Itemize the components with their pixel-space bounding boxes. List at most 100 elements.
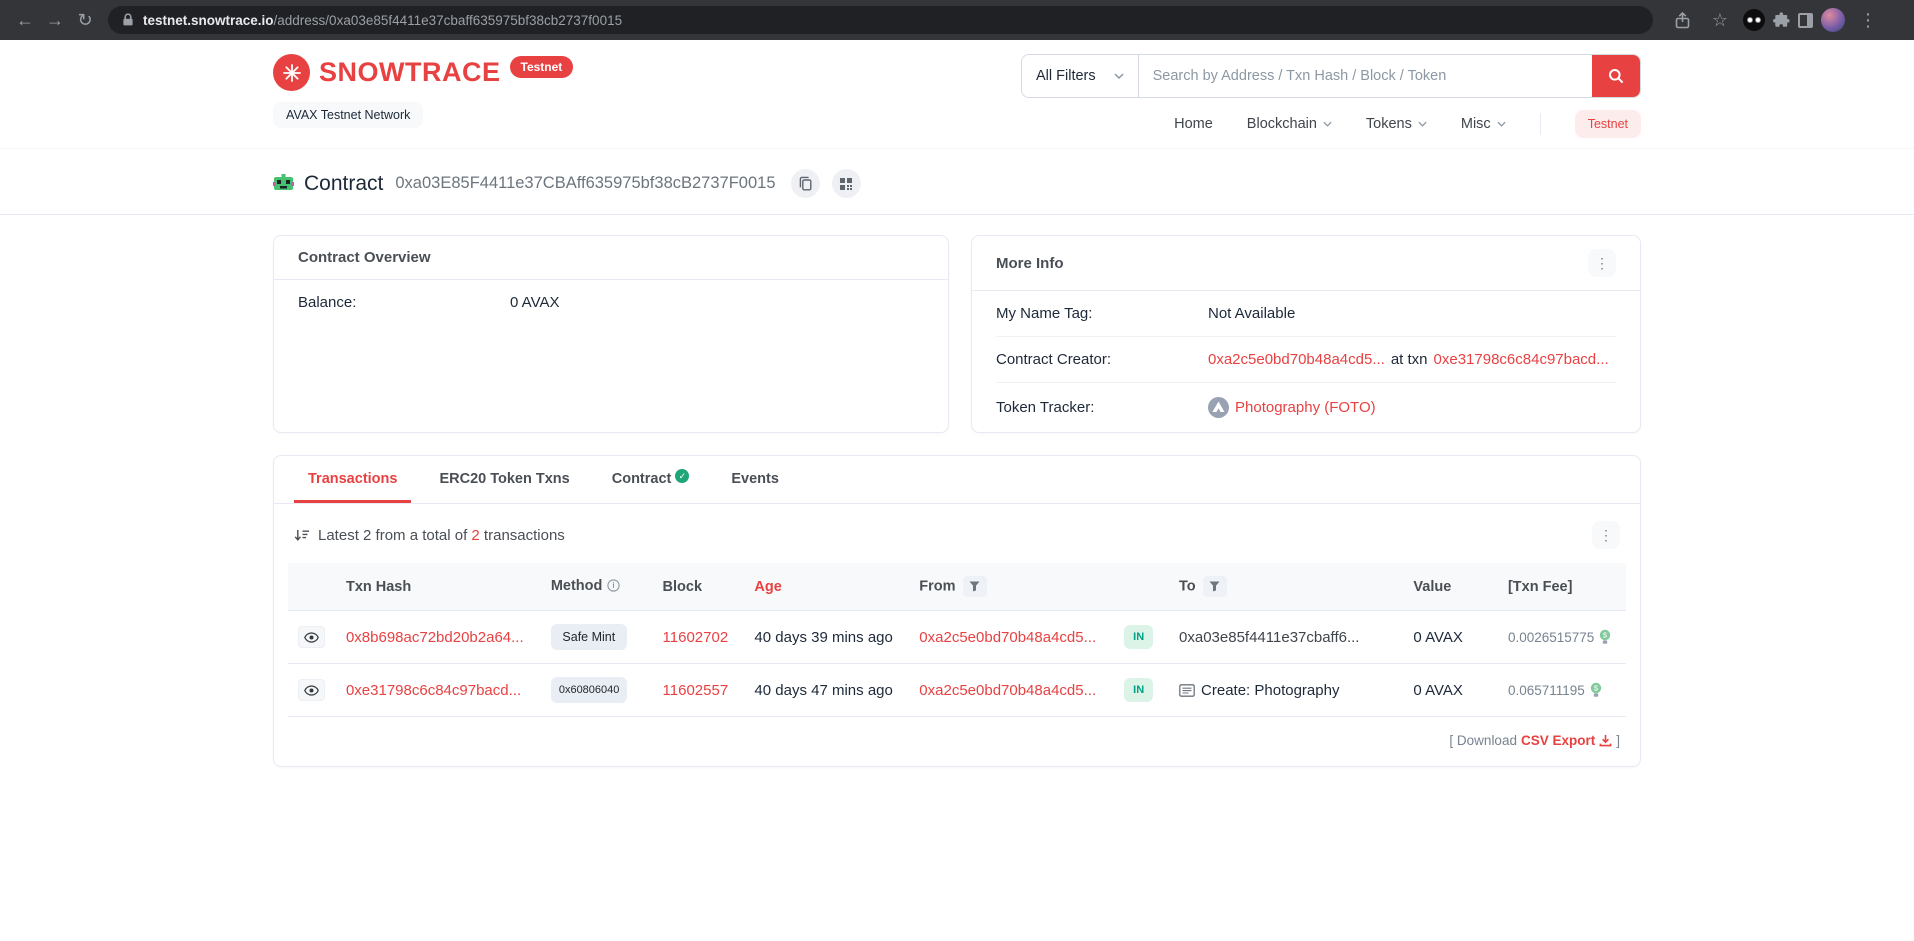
balance-value: 0 AVAX	[510, 294, 559, 311]
tab-contract[interactable]: Contract ✓	[598, 456, 704, 503]
extension-puzzle-icon[interactable]	[1773, 12, 1790, 29]
from-address-link[interactable]: 0xa2c5e0bd70b48a4cd5...	[919, 682, 1096, 699]
brand-name[interactable]: SNOWTRACE	[319, 54, 501, 91]
browser-menu-icon[interactable]: ⋮	[1853, 10, 1883, 31]
search-input[interactable]	[1139, 55, 1592, 97]
back-icon[interactable]: ←	[10, 10, 40, 31]
to-filter-button[interactable]	[1203, 576, 1227, 597]
col-direction	[1114, 563, 1169, 611]
reload-icon[interactable]: ↻	[70, 10, 100, 31]
copy-address-button[interactable]	[791, 169, 820, 198]
token-logo-icon	[1208, 397, 1229, 418]
forward-icon[interactable]: →	[40, 10, 70, 31]
to-create-label: Create: Photography	[1201, 682, 1339, 699]
csv-export-row: [ Download CSV Export ]	[274, 717, 1640, 766]
contract-address: 0xa03E85F4411e37CBAff635975bf38cB2737F00…	[395, 174, 775, 193]
value-cell: 0 AVAX	[1403, 611, 1498, 664]
address-identicon	[273, 173, 294, 194]
tabs: Transactions ERC20 Token Txns Contract ✓…	[274, 456, 1640, 504]
search-filter-dropdown[interactable]: All Filters	[1022, 55, 1139, 97]
snowtrace-logo-icon[interactable]	[273, 54, 310, 91]
col-age[interactable]: Age	[744, 563, 909, 611]
network-label: AVAX Testnet Network	[273, 102, 423, 128]
svg-text:i: i	[613, 581, 615, 590]
from-address-link[interactable]: 0xa2c5e0bd70b48a4cd5...	[919, 629, 1096, 646]
name-tag-label: My Name Tag:	[996, 305, 1208, 322]
chevron-down-icon	[1497, 121, 1506, 127]
tx-total-count: 2	[471, 527, 479, 544]
block-link[interactable]: 11602557	[663, 682, 729, 699]
table-row: 0x8b698ac72bd20b2a64... Safe Mint 116027…	[288, 611, 1626, 664]
info-icon[interactable]: i	[607, 580, 620, 596]
contract-creator-label: Contract Creator:	[996, 351, 1208, 368]
tx-summary-text: Latest 2 from a total of 2 transactions	[318, 527, 565, 544]
tx-preview-button[interactable]	[298, 626, 325, 648]
creator-txn-link[interactable]: 0xe31798c6c84c97bacd...	[1434, 351, 1609, 368]
qr-code-icon	[840, 178, 852, 190]
tx-summary-row: Latest 2 from a total of 2 transactions …	[274, 504, 1640, 563]
contract-doc-icon	[1179, 684, 1195, 697]
share-icon[interactable]	[1667, 12, 1697, 29]
tab-erc20-token-txns[interactable]: ERC20 Token Txns	[425, 456, 583, 503]
creator-connector: at txn	[1391, 351, 1428, 368]
transactions-table: Txn Hash Methodi Block Age From To Value…	[288, 563, 1626, 717]
download-icon	[1599, 734, 1612, 747]
url-bar[interactable]: testnet.snowtrace.io/address/0xa03e85f44…	[108, 6, 1653, 34]
col-eye	[288, 563, 336, 611]
tab-transactions[interactable]: Transactions	[294, 456, 411, 503]
creator-address-link[interactable]: 0xa2c5e0bd70b48a4cd5...	[1208, 351, 1385, 368]
csv-export-suffix: ]	[1616, 733, 1620, 748]
csv-export-link[interactable]: CSV Export	[1521, 733, 1612, 748]
extension-owl-icon[interactable]	[1743, 9, 1765, 31]
token-tracker-row: Token Tracker: Photography (FOTO)	[996, 383, 1616, 432]
bookmark-star-icon[interactable]: ☆	[1705, 10, 1735, 31]
col-to: To	[1169, 563, 1403, 611]
verified-check-icon: ✓	[675, 469, 689, 483]
nav-blockchain[interactable]: Blockchain	[1247, 116, 1332, 132]
contract-creator-row: Contract Creator: 0xa2c5e0bd70b48a4cd5..…	[996, 337, 1616, 383]
col-txn-fee: [Txn Fee]	[1498, 563, 1626, 611]
nav-divider	[1540, 113, 1541, 135]
token-tracker-link[interactable]: Photography (FOTO)	[1235, 399, 1376, 416]
extension-panel-icon[interactable]	[1798, 13, 1813, 28]
tx-table-menu-button[interactable]: ⋮	[1592, 521, 1620, 549]
sort-icon	[294, 529, 310, 542]
txn-hash-link[interactable]: 0xe31798c6c84c97bacd...	[346, 682, 521, 699]
table-row: 0xe31798c6c84c97bacd... 0x60806040 11602…	[288, 664, 1626, 717]
col-from: From	[909, 563, 1114, 611]
search-button[interactable]	[1592, 55, 1640, 97]
nav-tokens[interactable]: Tokens	[1366, 116, 1427, 132]
more-info-card-title: More Info	[996, 255, 1064, 272]
search-bar: All Filters	[1021, 54, 1641, 98]
gas-bulb-icon: $	[1599, 629, 1611, 645]
method-badge: Safe Mint	[551, 624, 627, 650]
txn-fee-value: 0.065711195	[1508, 683, 1585, 698]
nav-home[interactable]: Home	[1174, 116, 1213, 132]
nav-misc[interactable]: Misc	[1461, 116, 1506, 132]
lock-icon	[122, 13, 134, 27]
qr-code-button[interactable]	[832, 169, 861, 198]
browser-profile-avatar[interactable]	[1821, 8, 1845, 32]
gas-bulb-icon: $	[1590, 682, 1602, 698]
chevron-down-icon	[1418, 121, 1427, 127]
from-filter-button[interactable]	[963, 576, 987, 597]
nav-testnet-button[interactable]: Testnet	[1575, 110, 1641, 138]
site-header: SNOWTRACE Testnet AVAX Testnet Network A…	[0, 40, 1914, 149]
copy-icon	[799, 176, 812, 191]
more-info-menu-button[interactable]: ⋮	[1588, 249, 1616, 277]
token-tracker-label: Token Tracker:	[996, 399, 1208, 416]
csv-export-prefix: [ Download	[1449, 733, 1517, 748]
tx-preview-button[interactable]	[298, 679, 325, 701]
url-path: /address/0xa03e85f4411e37cbaff635975bf38…	[274, 13, 623, 28]
age-value: 40 days 39 mins ago	[744, 611, 909, 664]
chevron-down-icon	[1114, 73, 1124, 79]
col-block: Block	[653, 563, 745, 611]
tab-events[interactable]: Events	[717, 456, 793, 503]
table-header-row: Txn Hash Methodi Block Age From To Value…	[288, 563, 1626, 611]
name-tag-value: Not Available	[1208, 305, 1295, 322]
balance-label: Balance:	[298, 294, 510, 311]
balance-row: Balance: 0 AVAX	[274, 280, 948, 325]
txn-hash-link[interactable]: 0x8b698ac72bd20b2a64...	[346, 629, 524, 646]
block-link[interactable]: 11602702	[663, 629, 729, 646]
main-nav: Home Blockchain Tokens Misc Testnet	[1174, 110, 1641, 138]
